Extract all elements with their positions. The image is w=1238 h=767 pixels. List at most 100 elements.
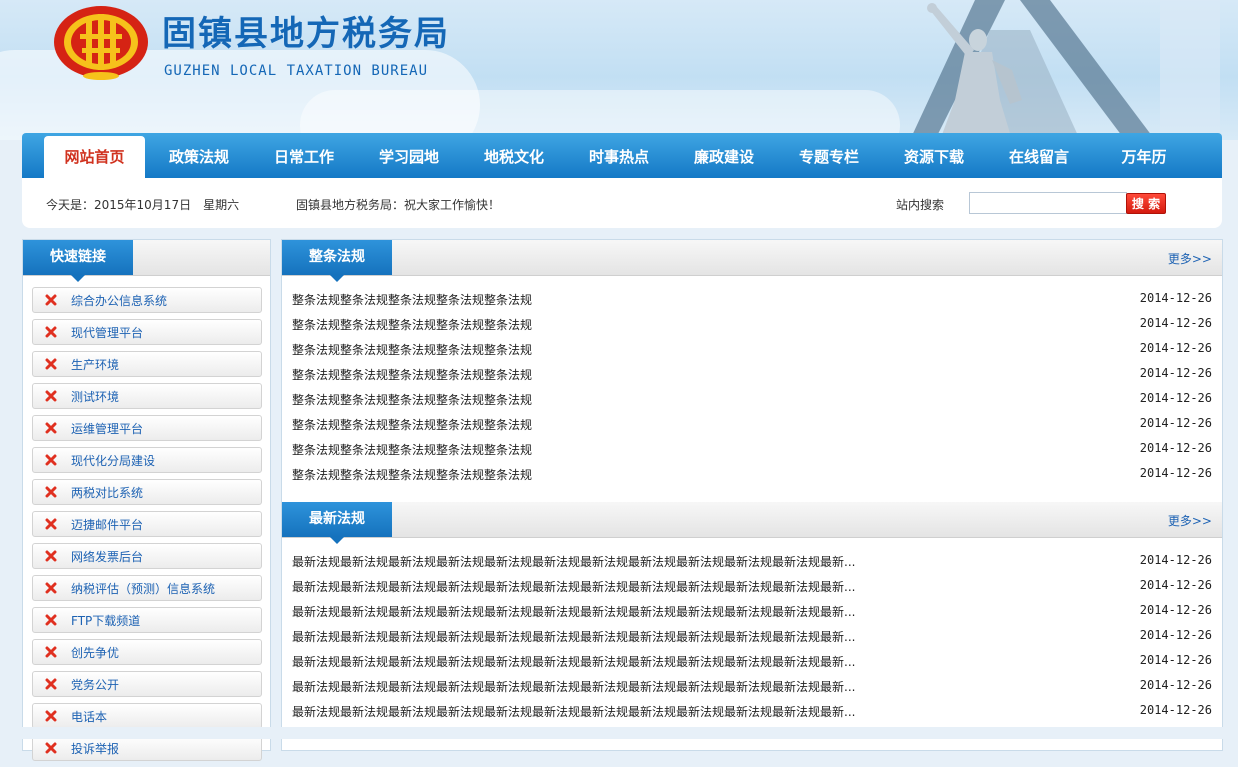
nav-item-study[interactable]: 学习园地: [358, 136, 460, 178]
tab-arrow-icon: [71, 275, 85, 282]
article-title[interactable]: 整条法规整条法规整条法规整条法规整条法规: [292, 316, 532, 333]
tax-emblem-icon: [54, 6, 148, 80]
nav-item-calendar[interactable]: 万年历: [1093, 136, 1195, 178]
article-date: 2014-12-26: [1139, 653, 1212, 667]
quick-link-item[interactable]: 生产环境: [32, 351, 262, 377]
article-row[interactable]: 最新法规最新法规最新法规最新法规最新法规最新法规最新法规最新法规最新法规最新法规…: [292, 549, 1212, 574]
nav-item-downloads[interactable]: 资源下载: [883, 136, 985, 178]
article-row[interactable]: 整条法规整条法规整条法规整条法规整条法规 2014-12-26: [292, 312, 1212, 337]
quick-link-item[interactable]: 两税对比系统: [32, 479, 262, 505]
quick-link-label: 现代化分局建设: [71, 454, 156, 468]
red-x-icon: [45, 550, 57, 562]
article-row[interactable]: 最新法规最新法规最新法规最新法规最新法规最新法规最新法规最新法规最新法规最新法规…: [292, 674, 1212, 699]
nav-item-message[interactable]: 在线留言: [988, 136, 1090, 178]
article-title[interactable]: 整条法规整条法规整条法规整条法规整条法规: [292, 416, 532, 433]
article-date: 2014-12-26: [1139, 703, 1212, 717]
nav-item-culture[interactable]: 地税文化: [463, 136, 565, 178]
main-nav: 网站首页 政策法规 日常工作 学习园地 地税文化 时事热点 廉政建设 专题专栏 …: [22, 133, 1222, 178]
nav-item-special[interactable]: 专题专栏: [778, 136, 880, 178]
panel-title: 快速链接: [50, 249, 106, 265]
quick-link-item[interactable]: 纳税评估（预测）信息系统: [32, 575, 262, 601]
section-title-tab: 最新法规: [282, 502, 392, 544]
article-row[interactable]: 最新法规最新法规最新法规最新法规最新法规最新法规最新法规最新法规最新法规最新法规…: [292, 599, 1212, 624]
article-date: 2014-12-26: [1139, 466, 1212, 480]
notice-text: 固镇县地方税务局：祝大家工作愉快！: [296, 198, 501, 212]
article-row[interactable]: 最新法规最新法规最新法规最新法规最新法规最新法规最新法规最新法规最新法规最新法规…: [292, 574, 1212, 599]
article-title[interactable]: 最新法规最新法规最新法规最新法规最新法规最新法规最新法规最新法规最新法规最新法规…: [292, 603, 855, 620]
article-title[interactable]: 最新法规最新法规最新法规最新法规最新法规最新法规最新法规最新法规最新法规最新法规…: [292, 628, 855, 645]
article-title[interactable]: 最新法规最新法规最新法规最新法规最新法规最新法规最新法规最新法规最新法规最新法规…: [292, 553, 855, 570]
red-x-icon: [45, 582, 57, 594]
article-row[interactable]: 整条法规整条法规整条法规整条法规整条法规 2014-12-26: [292, 387, 1212, 412]
more-link[interactable]: 更多>>: [1168, 250, 1212, 267]
red-x-icon: [45, 454, 57, 466]
nav-item-home[interactable]: 网站首页: [44, 136, 145, 178]
quick-link-item[interactable]: 创先争优: [32, 639, 262, 665]
article-title[interactable]: 整条法规整条法规整条法规整条法规整条法规: [292, 391, 532, 408]
article-row[interactable]: 整条法规整条法规整条法规整条法规整条法规 2014-12-26: [292, 412, 1212, 437]
quick-link-label: 投诉举报: [71, 742, 120, 756]
article-title[interactable]: 整条法规整条法规整条法规整条法规整条法规: [292, 466, 532, 483]
nav-item-daily-work[interactable]: 日常工作: [253, 136, 355, 178]
search-input[interactable]: [969, 192, 1127, 214]
quick-link-item[interactable]: 运维管理平台: [32, 415, 262, 441]
header-banner: 固镇县地方税务局 GUZHEN LOCAL TAXATION BUREAU: [0, 0, 1238, 140]
quick-link-label: 综合办公信息系统: [71, 294, 168, 308]
quick-link-item[interactable]: FTP下载频道: [32, 607, 262, 633]
section-regulations: 整条法规 更多>> 整条法规整条法规整条法规整条法规整条法规 2014-12-26…: [282, 240, 1222, 502]
red-x-icon: [45, 358, 57, 370]
article-row[interactable]: 整条法规整条法规整条法规整条法规整条法规 2014-12-26: [292, 337, 1212, 362]
quick-link-item[interactable]: 迈捷邮件平台: [32, 511, 262, 537]
quick-link-item[interactable]: 现代管理平台: [32, 319, 262, 345]
today-date: 今天是：2015年10月17日 星期六: [46, 198, 240, 212]
article-row[interactable]: 最新法规最新法规最新法规最新法规最新法规最新法规最新法规最新法规最新法规最新法规…: [292, 699, 1212, 724]
quick-link-item[interactable]: 现代化分局建设: [32, 447, 262, 473]
quick-link-item[interactable]: 综合办公信息系统: [32, 287, 262, 313]
article-row[interactable]: 整条法规整条法规整条法规整条法规整条法规 2014-12-26: [292, 462, 1212, 487]
quick-link-item[interactable]: 测试环境: [32, 383, 262, 409]
quick-link-label: 电话本: [71, 710, 108, 724]
article-title[interactable]: 整条法规整条法规整条法规整条法规整条法规: [292, 341, 532, 358]
red-x-icon: [45, 646, 57, 658]
article-title[interactable]: 最新法规最新法规最新法规最新法规最新法规最新法规最新法规最新法规最新法规最新法规…: [292, 678, 855, 695]
article-title[interactable]: 整条法规整条法规整条法规整条法规整条法规: [292, 291, 532, 308]
article-row[interactable]: 最新法规最新法规最新法规最新法规最新法规最新法规最新法规最新法规最新法规最新法规…: [292, 649, 1212, 674]
info-bar: 今天是：2015年10月17日 星期六 固镇县地方税务局：祝大家工作愉快！ 站内…: [22, 178, 1222, 228]
article-date: 2014-12-26: [1139, 603, 1212, 617]
article-date: 2014-12-26: [1139, 678, 1212, 692]
nav-item-integrity[interactable]: 廉政建设: [673, 136, 775, 178]
red-x-icon: [45, 710, 57, 722]
quick-link-label: FTP下载频道: [71, 614, 141, 628]
sculpture-image: [910, 0, 1220, 140]
article-row[interactable]: 整条法规整条法规整条法规整条法规整条法规 2014-12-26: [292, 362, 1212, 387]
article-title[interactable]: 最新法规最新法规最新法规最新法规最新法规最新法规最新法规最新法规最新法规最新法规…: [292, 578, 855, 595]
red-x-icon: [45, 678, 57, 690]
quick-link-item[interactable]: 电话本: [32, 703, 262, 729]
quick-link-item[interactable]: 党务公开: [32, 671, 262, 697]
red-x-icon: [45, 518, 57, 530]
article-title[interactable]: 整条法规整条法规整条法规整条法规整条法规: [292, 366, 532, 383]
section-latest-regulations: 最新法规 更多>> 最新法规最新法规最新法规最新法规最新法规最新法规最新法规最新…: [282, 502, 1222, 750]
quick-link-label: 党务公开: [71, 678, 120, 692]
article-date: 2014-12-26: [1139, 416, 1212, 430]
article-row[interactable]: 整条法规整条法规整条法规整条法规整条法规 2014-12-26: [292, 287, 1212, 312]
more-link[interactable]: 更多>>: [1168, 512, 1212, 529]
quick-link-label: 纳税评估（预测）信息系统: [71, 582, 216, 596]
search-button[interactable]: 搜 索: [1126, 193, 1166, 214]
red-x-icon: [45, 486, 57, 498]
nav-item-hot-news[interactable]: 时事热点: [568, 136, 670, 178]
nav-item-policy[interactable]: 政策法规: [148, 136, 250, 178]
quick-link-item[interactable]: 网络发票后台: [32, 543, 262, 569]
red-x-icon: [45, 742, 57, 754]
article-row[interactable]: 整条法规整条法规整条法规整条法规整条法规 2014-12-26: [292, 437, 1212, 462]
quick-link-label: 测试环境: [71, 390, 120, 404]
article-title[interactable]: 整条法规整条法规整条法规整条法规整条法规: [292, 441, 532, 458]
section-title: 整条法规: [309, 249, 365, 265]
article-row[interactable]: 最新法规最新法规最新法规最新法规最新法规最新法规最新法规最新法规最新法规最新法规…: [292, 624, 1212, 649]
article-title[interactable]: 最新法规最新法规最新法规最新法规最新法规最新法规最新法规最新法规最新法规最新法规…: [292, 703, 855, 720]
article-title[interactable]: 最新法规最新法规最新法规最新法规最新法规最新法规最新法规最新法规最新法规最新法规…: [292, 653, 855, 670]
red-x-icon: [45, 326, 57, 338]
article-date: 2014-12-26: [1139, 441, 1212, 455]
quick-link-label: 网络发票后台: [71, 550, 144, 564]
section-title: 最新法规: [309, 511, 365, 527]
